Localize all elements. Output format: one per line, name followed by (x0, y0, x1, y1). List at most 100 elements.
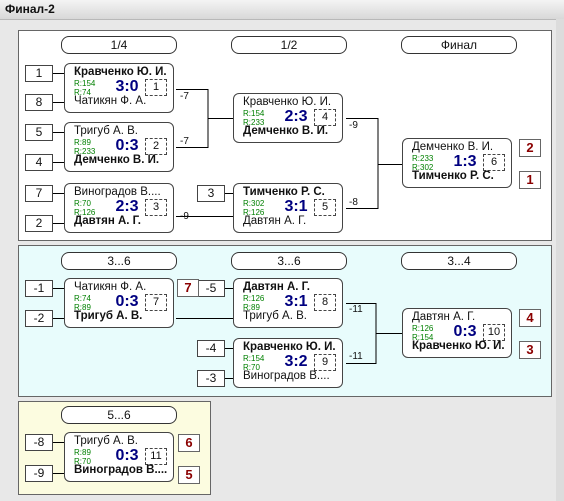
loser-destination-label: -7 (180, 136, 189, 147)
player-name: Виноградов В.... (74, 186, 161, 198)
player-rating: R:302 (243, 199, 265, 208)
match-score: 1:3 (453, 153, 477, 170)
seed-box: -1 (25, 280, 53, 297)
player-name: Кравченко Ю. И. (74, 66, 167, 78)
match-card[interactable]: Тригуб А. В. R:89 R:70 0:3 11 Виноградов… (64, 432, 174, 482)
round-header-places-3-6: 3...6 (231, 252, 347, 270)
player-name: Чатикян Ф. А. (74, 95, 147, 107)
final-place-box: 4 (519, 309, 541, 327)
match-card[interactable]: Кравченко Ю. И. R:154 R:233 2:3 4 Демчен… (233, 93, 343, 143)
match-number: 10 (483, 324, 505, 341)
loser-destination-label: -11 (349, 304, 363, 315)
match-card[interactable]: Тригуб А. В. R:89 R:233 0:3 2 Демченко В… (64, 122, 174, 172)
match-card[interactable]: Виноградов В.... R:70 R:126 2:3 3 Давтян… (64, 183, 174, 233)
match-score: 3:0 (115, 78, 139, 95)
seed-box: -5 (197, 280, 225, 297)
match-number: 9 (314, 354, 336, 371)
player-name: Виноградов В.... (243, 370, 330, 382)
round-header-quarterfinal: 1/4 (61, 36, 177, 54)
match-score: 0:3 (115, 293, 139, 310)
player-name: Чатикян Ф. А. (74, 281, 147, 293)
player-name: Давтян А. Г. (243, 281, 310, 293)
player-rating: R:154 (243, 109, 265, 118)
final-place-box: 7 (177, 279, 199, 297)
player-rating: R:233 (412, 154, 434, 163)
player-name: Давтян А. Г. (412, 311, 476, 323)
player-rating: R:126 (412, 324, 434, 333)
match-number: 8 (314, 294, 336, 311)
player-rating: R:154 (74, 79, 96, 88)
seed-box: 8 (25, 94, 53, 111)
player-name: Давтян А. Г. (74, 215, 141, 227)
player-name: Кравченко Ю. И. (243, 341, 336, 353)
round-header-places-3-6: 3...6 (61, 252, 177, 270)
player-rating: R:70 (74, 199, 91, 208)
final-place-box: 6 (178, 434, 200, 452)
round-header-final: Финал (401, 36, 517, 54)
match-number: 7 (145, 294, 167, 311)
player-name: Тригуб А. В. (74, 125, 138, 137)
player-rating: R:74 (74, 294, 91, 303)
match-card[interactable]: Кравченко Ю. И. R:154 R:74 3:0 1 Чатикян… (64, 63, 174, 113)
final-place-box: 1 (519, 171, 541, 189)
match-number: 2 (145, 138, 167, 155)
player-name: Кравченко Ю. И. (243, 96, 332, 108)
player-name: Тригуб А. В. (243, 310, 307, 322)
match-score: 3:1 (284, 293, 308, 310)
player-name: Демченко В. И. (243, 125, 329, 137)
loser-destination-label: -7 (180, 91, 189, 102)
match-number: 5 (314, 199, 336, 216)
final-place-box: 3 (519, 341, 541, 359)
seed-box: -2 (25, 310, 53, 327)
final-place-box: 2 (519, 139, 541, 157)
match-card[interactable]: Кравченко Ю. И. R:154 R:70 3:2 9 Виногра… (233, 338, 343, 388)
loser-destination-label: -9 (349, 120, 358, 131)
loser-destination-label: -8 (349, 197, 358, 208)
player-name: Давтян А. Г. (243, 215, 307, 227)
match-number: 1 (145, 79, 167, 96)
round-header-places-5-6: 5...6 (61, 406, 177, 424)
player-name: Тригуб А. В. (74, 310, 143, 322)
seed-box: 5 (25, 124, 53, 141)
seed-box: -4 (197, 340, 225, 357)
round-header-semifinal: 1/2 (231, 36, 347, 54)
seed-box: 3 (197, 185, 225, 202)
seed-box: 7 (25, 185, 53, 202)
match-score: 0:3 (115, 137, 139, 154)
player-name: Тимченко Р. С. (243, 186, 325, 198)
player-rating: R:89 (74, 448, 91, 457)
match-card[interactable]: Демченко В. И. R:233 R:302 1:3 6 Тимченк… (402, 138, 512, 188)
player-name: Тимченко Р. С. (412, 170, 494, 182)
seed-box: 4 (25, 154, 53, 171)
seed-box: -8 (25, 434, 53, 451)
player-name: Тригуб А. В. (74, 435, 138, 447)
player-rating: R:126 (243, 294, 265, 303)
player-rating: R:89 (74, 138, 91, 147)
match-number: 4 (314, 109, 336, 126)
seed-box: -9 (25, 465, 53, 482)
match-number: 6 (483, 154, 505, 171)
player-rating: R:154 (243, 354, 265, 363)
match-card[interactable]: Чатикян Ф. А. R:74 R:89 0:3 7 Тригуб А. … (64, 278, 174, 328)
match-card[interactable]: Тимченко Р. С. R:302 R:126 3:1 5 Давтян … (233, 183, 343, 233)
match-card[interactable]: Давтян А. Г. R:126 R:154 0:3 10 Кравченк… (402, 308, 512, 358)
player-name: Кравченко Ю. И. (412, 340, 505, 352)
seed-box: -3 (197, 370, 225, 387)
loser-destination-label: -11 (349, 351, 363, 362)
match-score: 3:1 (284, 198, 308, 215)
loser-destination-label: -9 (180, 211, 189, 222)
match-score: 0:3 (453, 323, 477, 340)
match-score: 2:3 (284, 108, 308, 125)
match-number: 3 (145, 199, 167, 216)
match-number: 11 (145, 448, 167, 465)
seed-box: 2 (25, 215, 53, 232)
match-score: 2:3 (115, 198, 139, 215)
seed-box: 1 (25, 65, 53, 82)
final-place-box: 5 (178, 466, 200, 484)
player-name: Виноградов В.... (74, 464, 168, 476)
match-score: 0:3 (115, 447, 139, 464)
player-name: Демченко В. И. (74, 154, 160, 166)
round-header-places-3-4: 3...4 (401, 252, 517, 270)
match-score: 3:2 (284, 353, 308, 370)
match-card[interactable]: Давтян А. Г. R:126 R:89 3:1 8 Тригуб А. … (233, 278, 343, 328)
